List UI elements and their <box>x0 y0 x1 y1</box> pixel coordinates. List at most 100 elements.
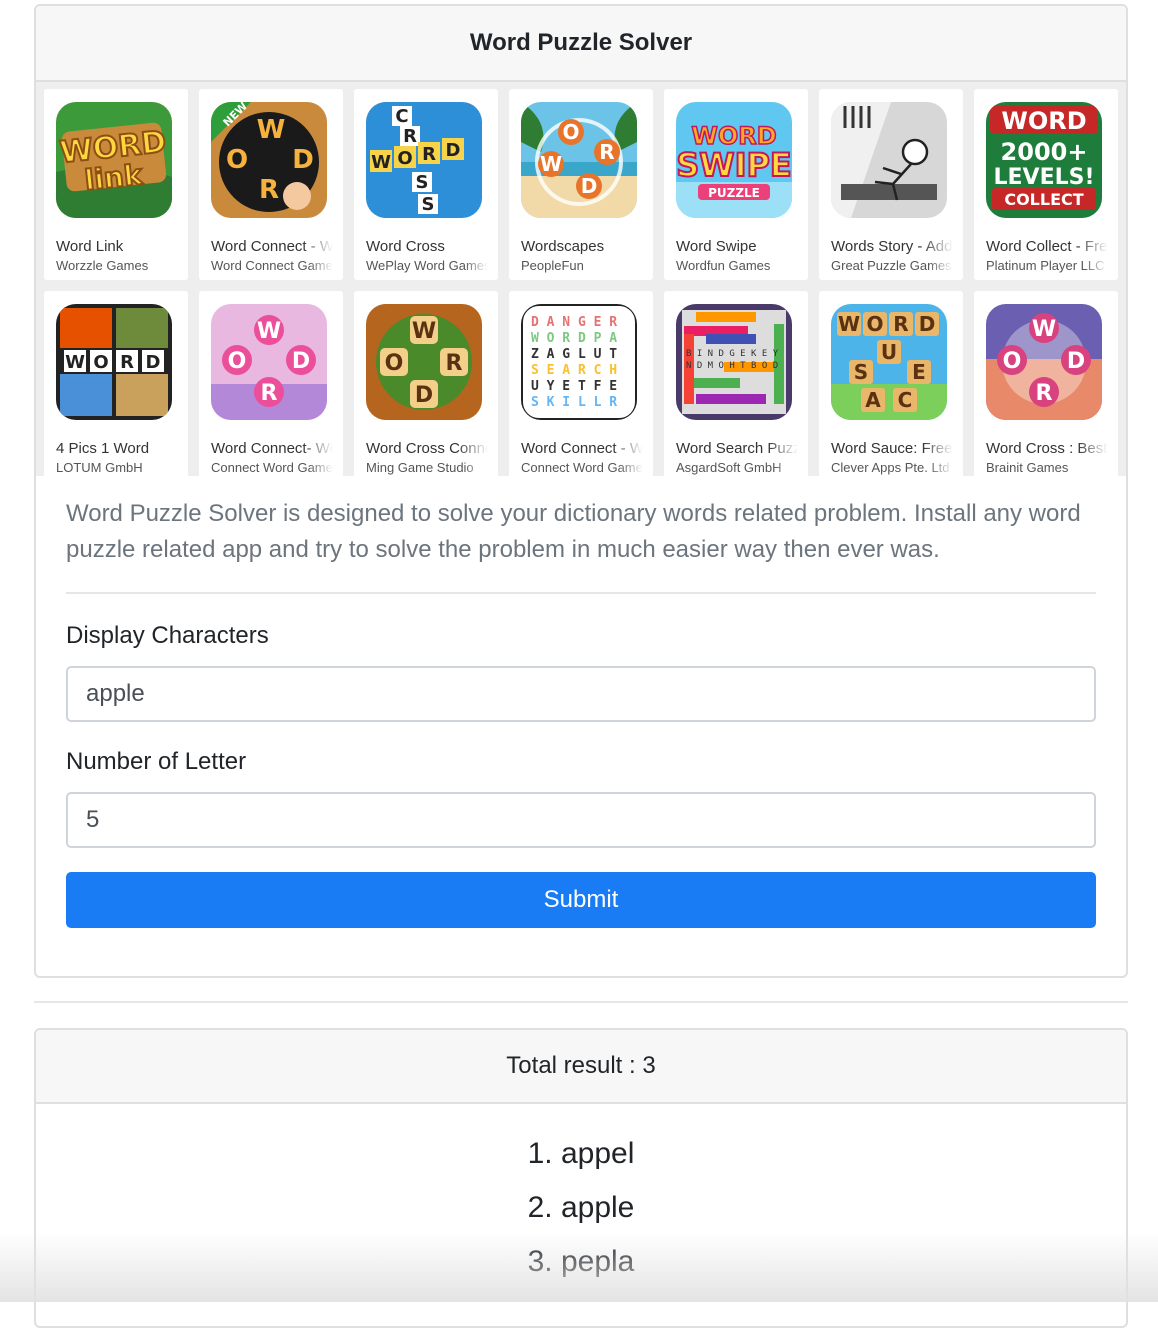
result-item: 1. appel <box>527 1137 635 1170</box>
word-link-icon: WORD link <box>56 102 172 218</box>
word-connect-icon: NEW W O D R <box>211 102 327 218</box>
svg-text:D: D <box>292 349 310 374</box>
app-card-word-swipe[interactable]: WORD SWIPE PUZZLE Word Swipe Wordfun Games <box>664 89 808 280</box>
svg-text:E: E <box>912 360 926 384</box>
app-card-word-sauce[interactable]: WORDUSEAC Word Sauce: Free Word Connect … <box>819 291 963 482</box>
svg-text:S: S <box>854 360 868 384</box>
svg-text:D: D <box>415 383 433 408</box>
app-name: Word Cross <box>366 238 445 255</box>
svg-text:R: R <box>259 175 279 205</box>
svg-text:link: link <box>83 158 145 197</box>
app-name: Word Connect - Word Search <box>521 440 643 457</box>
app-name: Words Story - Addictive Word Game <box>831 238 953 255</box>
svg-text:W: W <box>257 115 286 145</box>
submit-button[interactable]: Submit <box>66 872 1096 928</box>
svg-text:O: O <box>93 352 108 373</box>
app-card-word-connect[interactable]: NEWWODR Word Connect - Word Games Puzzle… <box>199 89 343 280</box>
svg-text:SWIPE: SWIPE <box>676 146 792 184</box>
app-developer: Connect Word Games <box>211 460 333 475</box>
svg-text:N D M O H T B O D: N D M O H T B O D <box>686 361 778 371</box>
svg-text:D: D <box>292 145 314 175</box>
svg-text:Z A G L U T: Z A G L U T <box>531 347 617 362</box>
app-name: Wordscapes <box>521 238 605 255</box>
svg-text:W: W <box>540 152 562 176</box>
svg-text:U Y E T F E: U Y E T F E <box>531 379 617 394</box>
app-card-word-collect[interactable]: WORD 2000+ LEVELS! COLLECT Word Collect - F… <box>974 89 1118 280</box>
word-collect-icon: WORD 2000+ LEVELS! COLLECT <box>986 102 1102 218</box>
svg-text:D: D <box>919 312 936 336</box>
svg-text:S E A R C H: S E A R C H <box>531 363 617 378</box>
svg-text:W O R D P A: W O R D P A <box>531 331 617 346</box>
svg-text:S: S <box>416 172 429 193</box>
divider <box>34 1001 1128 1003</box>
svg-text:S: S <box>422 194 435 215</box>
svg-text:C: C <box>898 388 913 412</box>
words-story-icon <box>831 102 947 218</box>
app-card-words-story[interactable]: Words Story - Addictive Word Game Great … <box>819 89 963 280</box>
app-card-word-link[interactable]: WORD link Word Link Worzzle Games <box>44 89 188 280</box>
app-card-word-connect-2[interactable]: WO DR Word Connect- Word Games Puzzle Con… <box>199 291 343 482</box>
app-name: Word Sauce: Free Word Connect <box>831 440 953 457</box>
app-card-word-search[interactable]: B I N D G E K E Y N D M O H T B O D Word … <box>664 291 808 482</box>
result-item: 2. apple <box>527 1191 635 1224</box>
app-developer: Connect Word Games <box>521 460 643 475</box>
app-developer: LOTUM GmbH <box>56 460 143 475</box>
characters-label: Display Characters <box>66 622 269 649</box>
svg-text:S K I L L R: S K I L L R <box>531 395 617 410</box>
app-name: Word Cross Connect <box>366 440 488 457</box>
app-card-word-cross-connect[interactable]: WO RD Word Cross Connect Ming Game Studio <box>354 291 498 482</box>
svg-text:R: R <box>1036 381 1053 406</box>
app-developer: Brainit Games <box>986 460 1069 475</box>
solver-form-section: Word Puzzle Solver is designed to solve … <box>36 476 1126 928</box>
app-developer: Platinum Player LLC <box>986 258 1105 273</box>
svg-text:R: R <box>120 352 134 373</box>
app-name: Word Cross : Best Word Games <box>986 440 1108 457</box>
svg-text:COLLECT: COLLECT <box>1004 190 1083 209</box>
word-cross-connect-icon: WO RD <box>366 304 482 420</box>
svg-text:PUZZLE: PUZZLE <box>708 186 760 200</box>
app-name: 4 Pics 1 Word <box>56 440 150 457</box>
app-developer: WePlay Word Games <box>366 258 488 273</box>
svg-text:R: R <box>422 144 436 165</box>
svg-text:O: O <box>385 351 404 376</box>
svg-text:WORD: WORD <box>1001 107 1086 135</box>
app-developer: Ming Game Studio <box>366 460 474 475</box>
result-list: 1. appel 2. apple 3. pepla <box>36 1104 1126 1298</box>
result-total: Total result : 3 <box>36 1030 1126 1104</box>
app-name: Word Connect - Word Games Puzzle <box>211 238 333 255</box>
app-card-wordscapes[interactable]: OW RD Wordscapes PeopleFun <box>509 89 653 280</box>
letters-input[interactable] <box>66 792 1096 848</box>
app-card-four-pics[interactable]: WORD 4 Pics 1 Word LOTUM GmbH <box>44 291 188 482</box>
word-sauce-icon: WORDUS E AC <box>831 304 947 420</box>
svg-text:R: R <box>261 381 278 406</box>
app-developer: Clever Apps Pte. Ltd <box>831 460 950 475</box>
svg-text:D: D <box>446 140 461 161</box>
result-card: Total result : 3 1. appel 2. apple 3. pe… <box>34 1028 1128 1328</box>
svg-text:O: O <box>1003 349 1022 374</box>
svg-text:R: R <box>446 351 463 376</box>
app-card-word-cross[interactable]: CRWORDSS Word Cross WePlay Word Games <box>354 89 498 280</box>
svg-text:W: W <box>1032 317 1056 342</box>
svg-text:W: W <box>65 352 85 373</box>
app-developer: Wordfun Games <box>676 258 771 273</box>
characters-input[interactable] <box>66 666 1096 722</box>
app-developer: Worzzle Games <box>56 258 149 273</box>
svg-text:D: D <box>1067 349 1085 374</box>
svg-text:LEVELS!: LEVELS! <box>994 165 1095 190</box>
svg-text:O: O <box>228 349 247 374</box>
letters-label: Number of Letter <box>66 748 247 775</box>
svg-text:B I N D G E K E Y: B I N D G E K E Y <box>686 349 779 359</box>
svg-text:D: D <box>146 352 161 373</box>
svg-text:U: U <box>881 340 897 364</box>
svg-text:W: W <box>838 312 860 336</box>
svg-text:2000+: 2000+ <box>1001 138 1088 166</box>
app-grid: WORD link Word Link Worzzle Games NEW W O D R… <box>36 82 1126 482</box>
svg-text:W: W <box>371 152 391 173</box>
word-connect-search-icon: D A N G E RW O R D P AZ A G L U TS E A R… <box>521 304 637 420</box>
app-card-word-cross-best[interactable]: WO DR Word Cross : Best Word Games Braini… <box>974 291 1118 482</box>
svg-text:W: W <box>257 319 281 344</box>
app-name: Word Link <box>56 238 124 255</box>
app-card-word-connect-search[interactable]: D A N G E RW O R D P AZ A G L U TS E A R… <box>509 291 653 482</box>
page-title: Word Puzzle Solver <box>36 6 1126 82</box>
svg-text:R: R <box>403 126 417 147</box>
